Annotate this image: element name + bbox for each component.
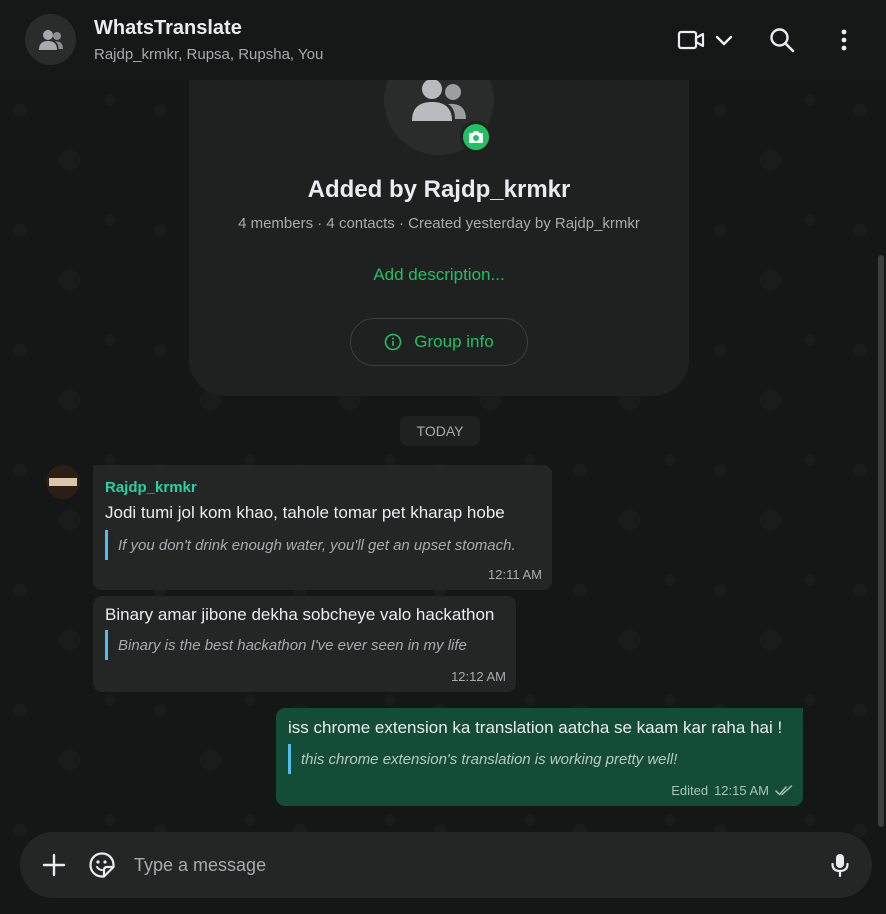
message-text: Binary amar jibone dekha sobcheye valo h… bbox=[105, 605, 495, 624]
message-time: 12:15 AM bbox=[714, 783, 769, 798]
more-options-button[interactable] bbox=[832, 22, 856, 58]
chat-participants: Rajdp_krmkr, Rupsa, Rupsha, You bbox=[94, 46, 324, 63]
message-bubble-incoming[interactable]: Rajdp_krmkr Jodi tumi jol kom khao, taho… bbox=[93, 465, 552, 590]
plus-icon bbox=[42, 853, 66, 877]
sender-name[interactable]: Rajdp_krmkr bbox=[105, 479, 197, 496]
group-meta: 4 members · 4 contacts · Created yesterd… bbox=[238, 215, 640, 232]
message-translation: Binary is the best hackathon I've ever s… bbox=[105, 630, 467, 660]
group-info-button[interactable]: Group info bbox=[350, 318, 528, 366]
message-time: 12:12 AM bbox=[451, 669, 506, 684]
message-bubble-outgoing[interactable]: iss chrome extension ka translation aatc… bbox=[276, 708, 803, 806]
message-time: 12:11 AM bbox=[488, 567, 542, 582]
chat-header: WhatsTranslate Rajdp_krmkr, Rupsa, Rupsh… bbox=[0, 0, 886, 80]
video-call-button[interactable] bbox=[676, 22, 736, 58]
info-icon bbox=[384, 333, 402, 351]
attach-button[interactable] bbox=[40, 851, 68, 879]
message-input[interactable] bbox=[134, 848, 794, 882]
voice-message-button[interactable] bbox=[826, 851, 854, 879]
message-composer bbox=[20, 832, 872, 898]
group-name: Added by Rajdp_krmkr bbox=[307, 176, 571, 203]
message-meta: Edited 12:15 AM bbox=[671, 783, 793, 798]
message-text: iss chrome extension ka translation aatc… bbox=[288, 718, 783, 737]
message-text: Jodi tumi jol kom khao, tahole tomar pet… bbox=[105, 503, 505, 522]
sender-avatar[interactable] bbox=[46, 465, 80, 499]
more-options-icon bbox=[841, 29, 847, 51]
group-avatar-icon bbox=[38, 29, 63, 50]
edited-label: Edited bbox=[671, 783, 709, 798]
group-info-label: Group info bbox=[414, 332, 494, 351]
chat-scrollbar[interactable] bbox=[878, 255, 884, 827]
add-description-link[interactable]: Add description... bbox=[189, 265, 689, 285]
message-bubble-incoming[interactable]: Binary amar jibone dekha sobcheye valo h… bbox=[93, 596, 516, 692]
search-button[interactable] bbox=[762, 22, 802, 58]
camera-icon bbox=[469, 131, 483, 143]
message-translation: If you don't drink enough water, you'll … bbox=[105, 530, 516, 560]
header-actions bbox=[676, 22, 856, 58]
date-divider: TODAY bbox=[400, 416, 480, 446]
sender-avatar-image bbox=[49, 478, 77, 486]
sticker-button[interactable] bbox=[88, 851, 116, 879]
message-meta: 12:12 AM bbox=[451, 669, 506, 684]
video-call-icon bbox=[677, 30, 705, 50]
chat-title: WhatsTranslate bbox=[94, 17, 242, 39]
change-photo-button[interactable] bbox=[460, 121, 492, 153]
group-avatar[interactable] bbox=[25, 14, 76, 65]
search-icon bbox=[770, 28, 795, 53]
app: WhatsTranslate Rajdp_krmkr, Rupsa, Rupsh… bbox=[0, 0, 886, 914]
double-check-icon bbox=[775, 785, 793, 796]
chevron-down-icon bbox=[715, 35, 733, 46]
message-translation: this chrome extension's translation is w… bbox=[288, 744, 677, 774]
microphone-icon bbox=[831, 854, 849, 878]
group-avatar-icon bbox=[412, 79, 466, 121]
message-meta: 12:11 AM bbox=[488, 567, 542, 582]
sticker-icon bbox=[89, 852, 115, 878]
header-title-area[interactable]: WhatsTranslate Rajdp_krmkr, Rupsa, Rupsh… bbox=[94, 17, 323, 63]
